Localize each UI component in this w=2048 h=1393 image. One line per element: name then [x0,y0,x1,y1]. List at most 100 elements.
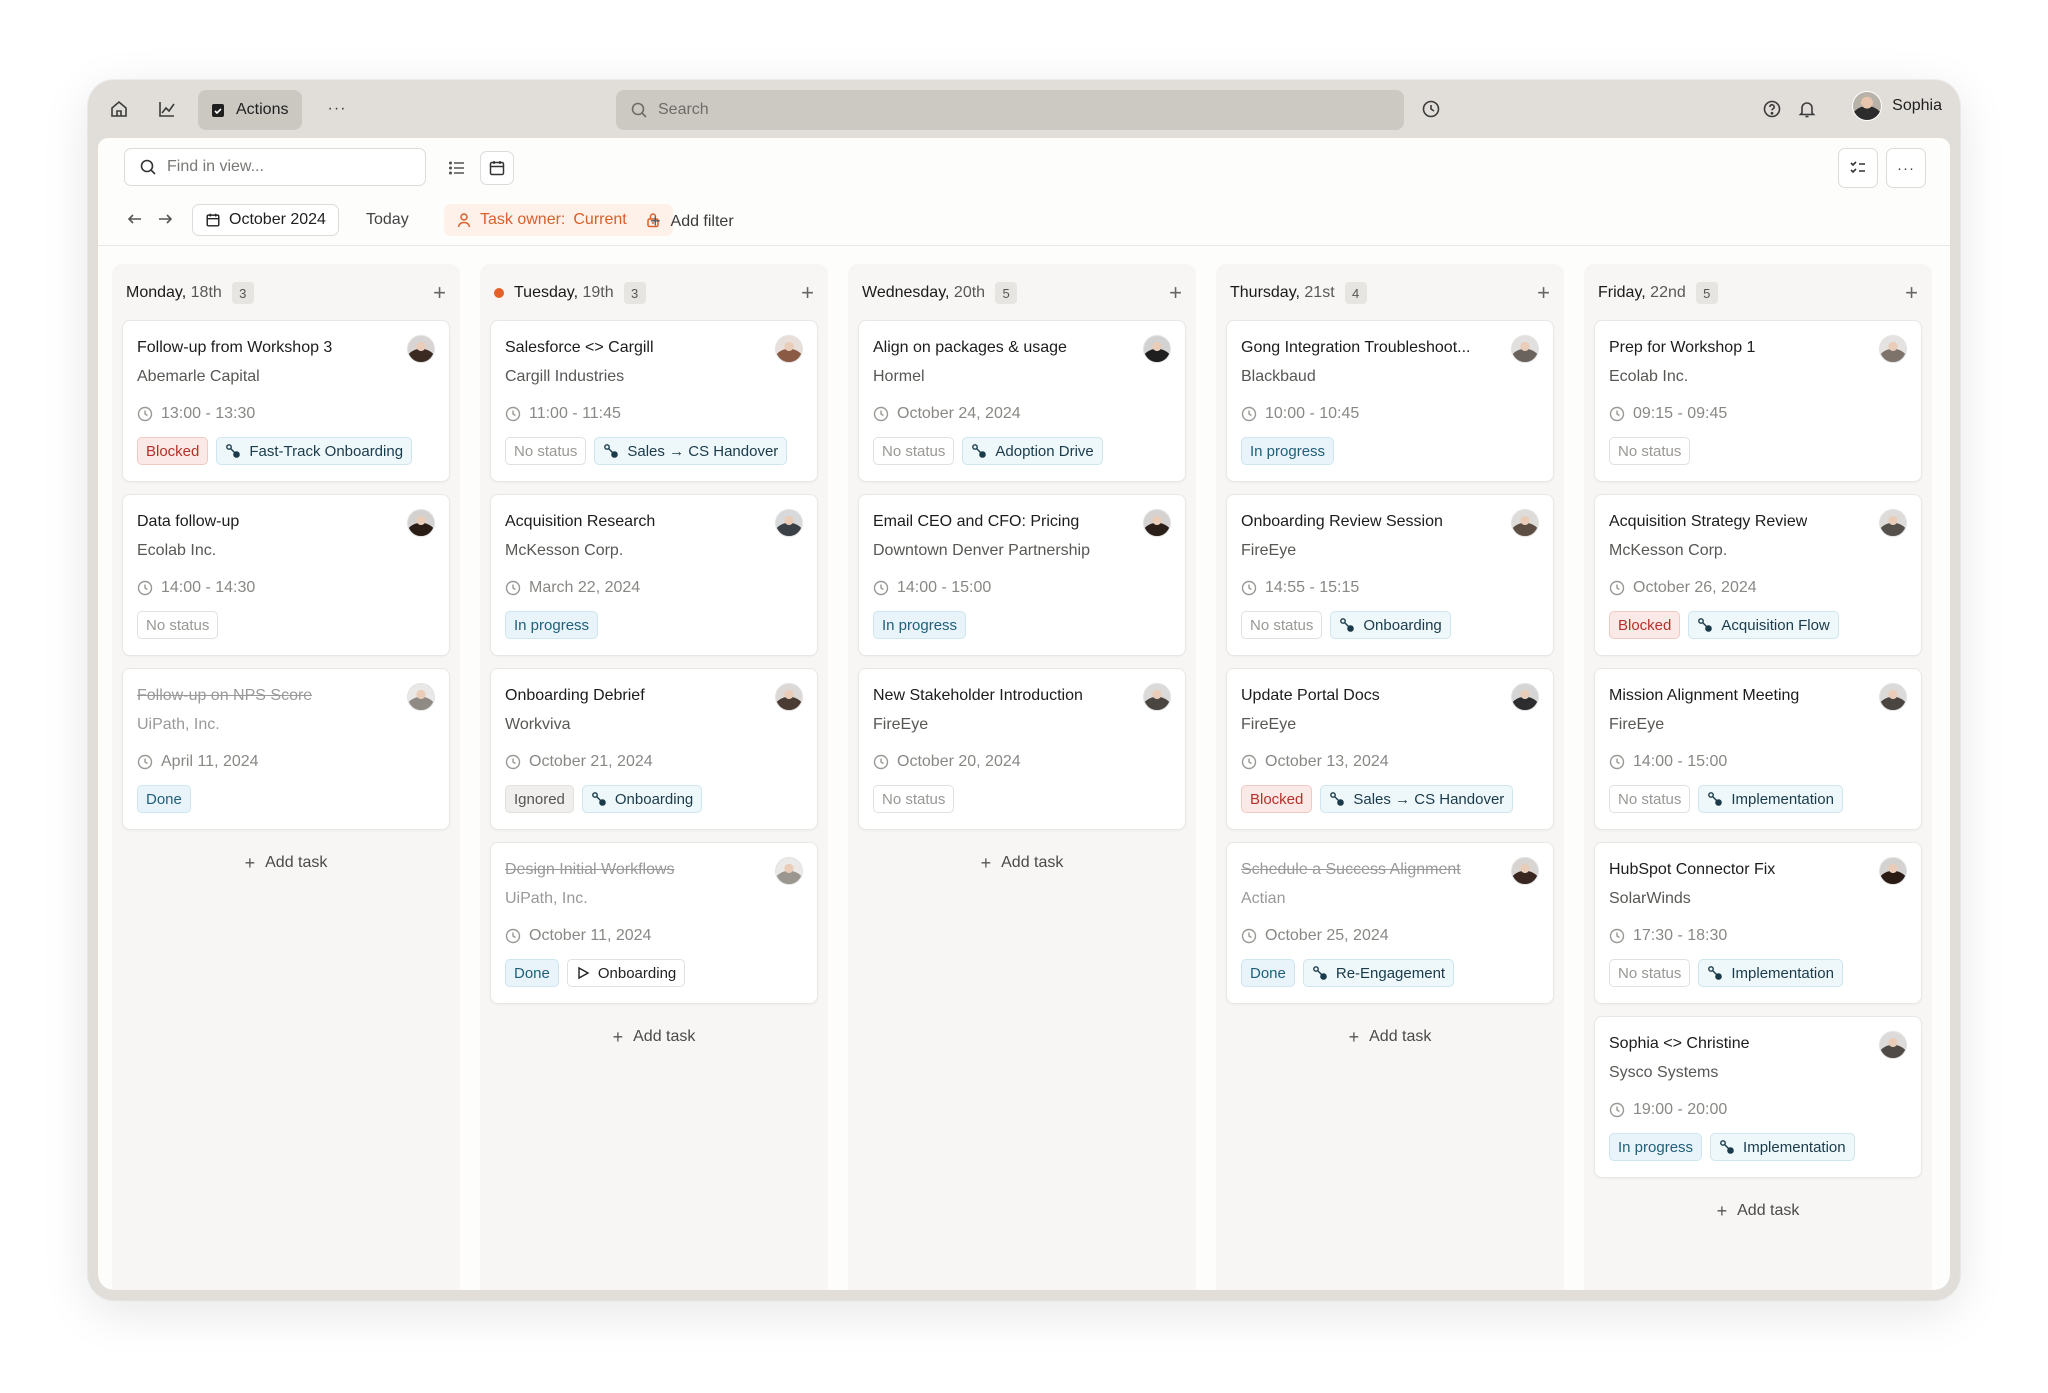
workflow-tag[interactable]: Onboarding [581,785,703,813]
owner-avatar[interactable] [775,335,803,363]
add-task-button[interactable]: + Add task [122,848,450,878]
owner-avatar[interactable] [1879,335,1907,363]
arrow-left-icon[interactable] [126,210,144,228]
workflow-tag[interactable]: Sales → CS Handover [1320,785,1514,813]
status-badge[interactable]: Done [1241,959,1295,987]
status-badge[interactable]: Blocked [1609,611,1681,639]
owner-avatar[interactable] [1511,335,1539,363]
status-badge[interactable]: No status [137,611,219,639]
user-menu[interactable]: Sophia [1852,91,1942,121]
task-owner-filter[interactable]: Task owner: Current [444,204,673,236]
owner-avatar[interactable] [1879,683,1907,711]
view-more-button[interactable]: ··· [1886,148,1926,188]
owner-avatar[interactable] [1511,857,1539,885]
status-badge[interactable]: No status [873,785,955,813]
owner-avatar[interactable] [407,509,435,537]
add-task-button[interactable]: + Add task [1226,1022,1554,1052]
task-card[interactable]: Align on packages & usage Hormel October 2… [858,320,1186,482]
history-clock-icon[interactable] [1416,94,1446,124]
task-card[interactable]: New Stakeholder Introduction FireEye Octob… [858,668,1186,830]
task-card[interactable]: Salesforce <> Cargill Cargill Industries 1… [490,320,818,482]
owner-avatar[interactable] [775,683,803,711]
add-task-plus-icon[interactable]: + [433,282,446,304]
add-task-button[interactable]: + Add task [1594,1196,1922,1226]
add-task-button[interactable]: + Add task [858,848,1186,878]
task-card[interactable]: Mission Alignment Meeting FireEye 14:00 - … [1594,668,1922,830]
workflow-tag[interactable]: Onboarding [566,959,686,987]
actions-tab[interactable]: Actions [198,90,302,130]
status-badge[interactable]: No status [873,437,955,465]
add-filter-button[interactable]: + Add filter [650,211,734,232]
help-icon[interactable] [1757,94,1787,124]
task-card[interactable]: Follow-up on NPS Score UiPath, Inc. April … [122,668,450,830]
add-task-button[interactable]: + Add task [490,1022,818,1052]
home-icon[interactable] [104,94,134,124]
owner-avatar[interactable] [1143,683,1171,711]
status-badge[interactable]: In progress [1241,437,1335,465]
find-in-view-input[interactable]: Find in view... [124,148,426,186]
owner-avatar[interactable] [1879,857,1907,885]
owner-avatar[interactable] [775,509,803,537]
owner-avatar[interactable] [1879,1031,1907,1059]
status-badge[interactable]: No status [1241,611,1323,639]
bell-icon[interactable] [1792,94,1822,124]
status-badge[interactable]: No status [1609,437,1691,465]
task-card[interactable]: Onboarding Debrief Workviva October 21, 20… [490,668,818,830]
status-badge[interactable]: In progress [505,611,599,639]
owner-avatar[interactable] [775,857,803,885]
add-task-plus-icon[interactable]: + [1905,282,1918,304]
status-badge[interactable]: In progress [1609,1133,1703,1161]
task-card[interactable]: Acquisition Strategy Review McKesson Corp… [1594,494,1922,656]
task-card[interactable]: Sophia <> Christine Sysco Systems 19:00 - … [1594,1016,1922,1178]
add-task-plus-icon[interactable]: + [1537,282,1550,304]
status-badge[interactable]: No status [1609,785,1691,813]
task-card[interactable]: Prep for Workshop 1 Ecolab Inc. 09:15 - 09… [1594,320,1922,482]
status-badge[interactable]: Blocked [1241,785,1313,813]
owner-avatar[interactable] [407,683,435,711]
task-card[interactable]: Email CEO and CFO: Pricing Downtown Denve… [858,494,1186,656]
status-badge[interactable]: Done [137,785,191,813]
task-card[interactable]: Schedule a Success Alignment Actian Octobe… [1226,842,1554,1004]
tag-label: Acquisition Flow [1721,616,1830,634]
more-menu-icon[interactable]: ··· [322,94,352,124]
workflow-tag[interactable]: Implementation [1698,785,1843,813]
today-button[interactable]: Today [366,211,409,229]
workflow-tag[interactable]: Re-Engagement [1302,959,1455,987]
owner-avatar[interactable] [1879,509,1907,537]
workflow-tag[interactable]: Implementation [1710,1133,1855,1161]
owner-avatar[interactable] [1511,683,1539,711]
month-picker[interactable]: October 2024 [192,204,339,236]
status-badge[interactable]: No status [505,437,587,465]
global-search-input[interactable]: Search [616,90,1404,130]
status-badge[interactable]: Done [505,959,559,987]
task-card[interactable]: Gong Integration Troubleshoot... Blackbau… [1226,320,1554,482]
workflow-tag[interactable]: Sales → CS Handover [594,437,788,465]
status-badge[interactable]: Blocked [137,437,209,465]
add-task-plus-icon[interactable]: + [801,282,814,304]
task-card[interactable]: Data follow-up Ecolab Inc. 14:00 - 14:30 No… [122,494,450,656]
owner-avatar[interactable] [1511,509,1539,537]
calendar-view-button[interactable] [480,151,514,185]
status-badge[interactable]: In progress [873,611,967,639]
arrow-right-icon[interactable] [156,210,174,228]
workflow-tag[interactable]: Fast-Track Onboarding [216,437,413,465]
task-card[interactable]: Acquisition Research McKesson Corp. March … [490,494,818,656]
status-badge[interactable]: Ignored [505,785,574,813]
owner-avatar[interactable] [407,335,435,363]
list-view-button[interactable] [440,151,474,185]
add-task-plus-icon[interactable]: + [1169,282,1182,304]
chart-icon[interactable] [152,94,182,124]
task-card[interactable]: Onboarding Review Session FireEye 14:55 - … [1226,494,1554,656]
owner-avatar[interactable] [1143,335,1171,363]
task-card[interactable]: Design Initial Workflows UiPath, Inc. Octo… [490,842,818,1004]
task-card[interactable]: HubSpot Connector Fix SolarWinds 17:30 - 1… [1594,842,1922,1004]
task-card[interactable]: Follow-up from Workshop 3 Abemarle Capita… [122,320,450,482]
workflow-tag[interactable]: Adoption Drive [962,437,1103,465]
workflow-tag[interactable]: Implementation [1698,959,1843,987]
owner-avatar[interactable] [1143,509,1171,537]
task-checklist-button[interactable] [1838,148,1878,188]
task-card[interactable]: Update Portal Docs FireEye October 13, 202… [1226,668,1554,830]
status-badge[interactable]: No status [1609,959,1691,987]
workflow-tag[interactable]: Acquisition Flow [1688,611,1839,639]
workflow-tag[interactable]: Onboarding [1330,611,1451,639]
